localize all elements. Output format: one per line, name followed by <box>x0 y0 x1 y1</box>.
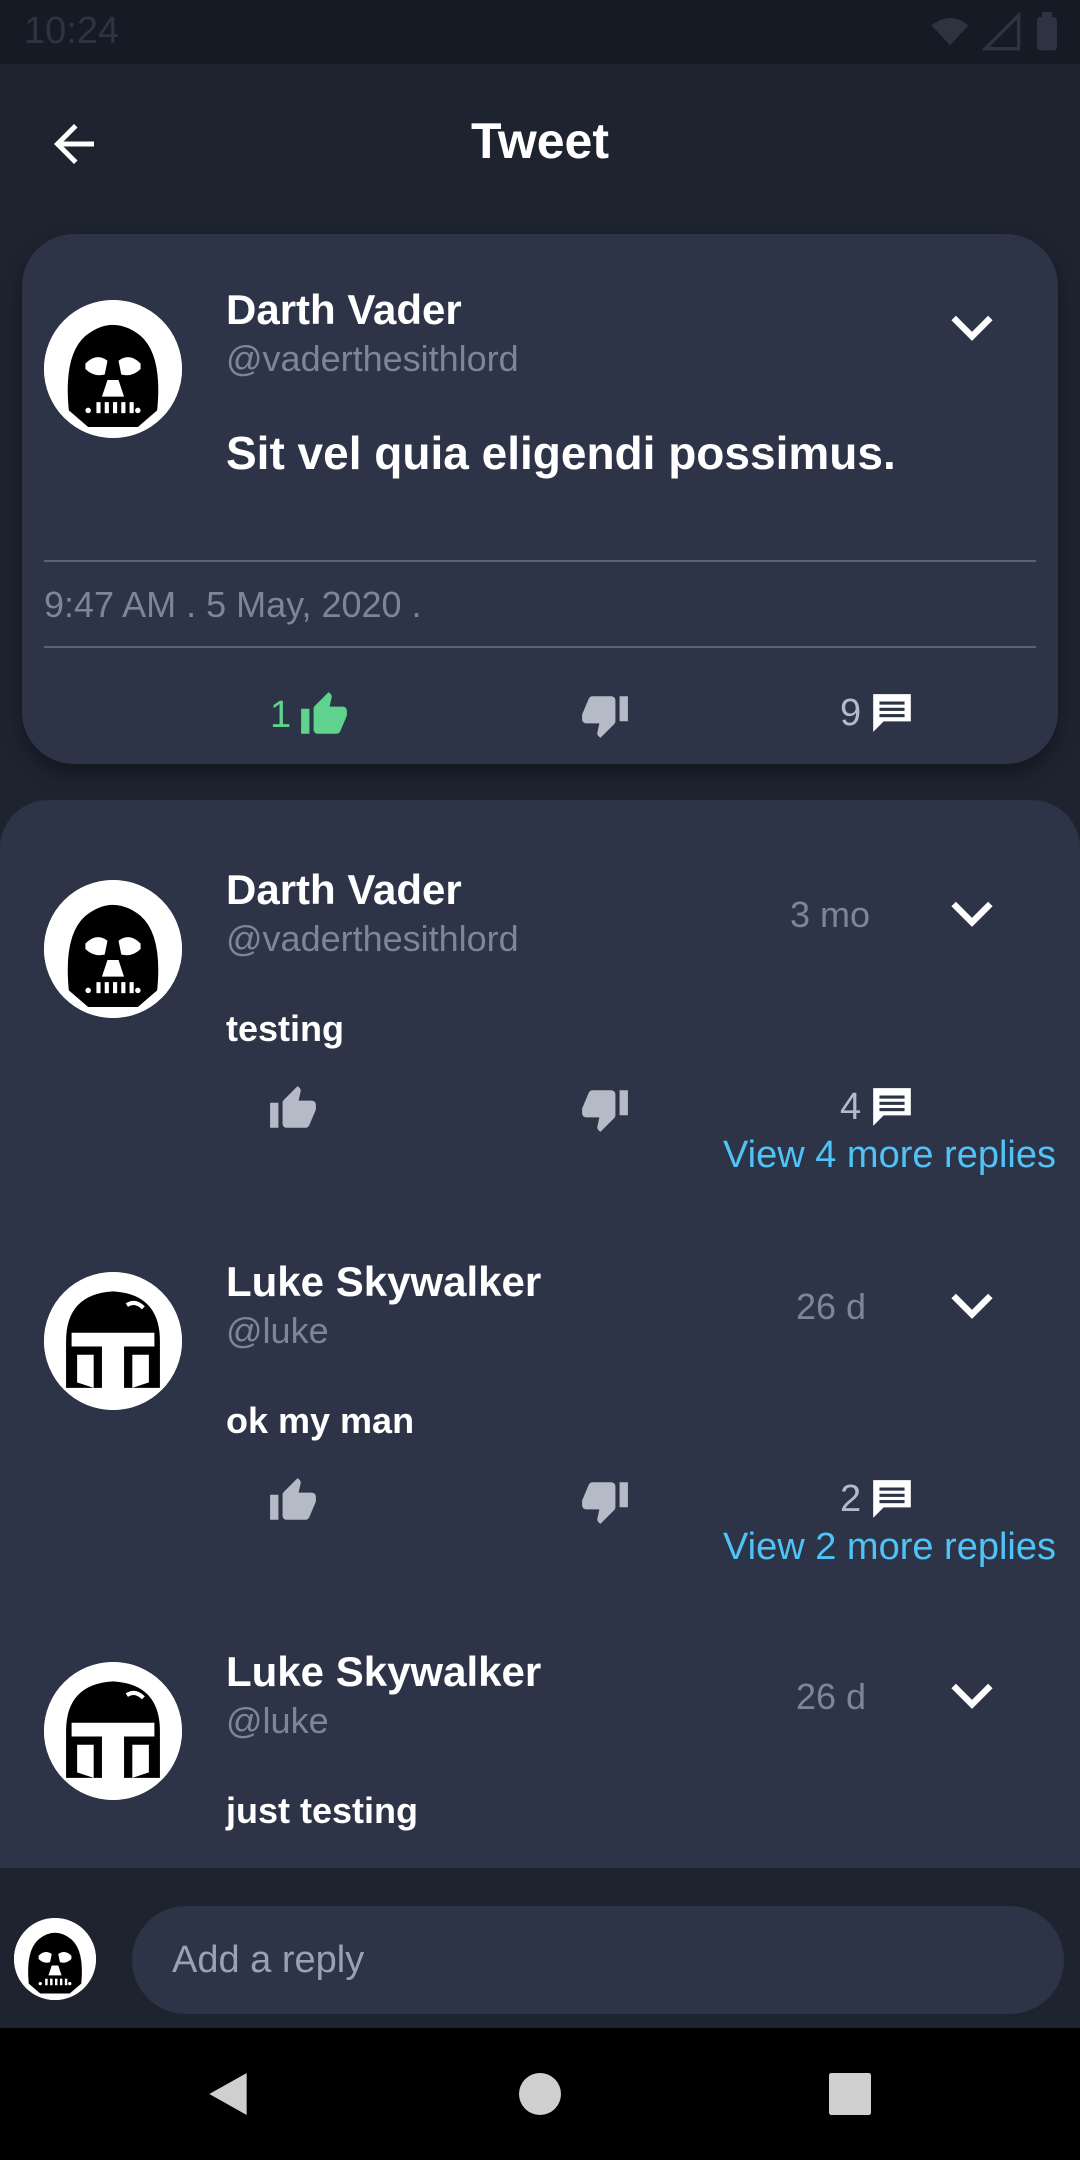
signal-icon <box>982 12 1021 51</box>
reply-text: just testing <box>226 1790 419 1831</box>
replies-list: Darth Vader @vaderthesithlord 3 mo testi… <box>0 800 1080 1868</box>
author-handle[interactable]: @luke <box>226 1700 329 1742</box>
author-name[interactable]: Luke Skywalker <box>226 1258 541 1306</box>
like-count: 1 <box>270 693 292 736</box>
thumbs-down-icon <box>582 696 628 738</box>
reply-composer <box>0 1868 1080 2028</box>
reply-time: 26 d <box>796 1676 867 1717</box>
avatar[interactable] <box>44 1272 182 1410</box>
chevron-down-icon[interactable] <box>950 1292 994 1322</box>
author-handle[interactable]: @vaderthesithlord <box>226 918 519 960</box>
comment-button[interactable]: 2 <box>840 1476 915 1522</box>
reply-time: 3 mo <box>790 894 871 935</box>
avatar <box>14 1918 96 2000</box>
thumbs-up-icon[interactable] <box>268 1084 318 1134</box>
divider <box>44 560 1036 562</box>
tweet-text: Sit vel quia eligendi possimus. <box>226 427 896 479</box>
wifi-icon <box>931 17 969 46</box>
comment-icon <box>873 694 911 732</box>
thumbs-up-icon <box>301 692 348 734</box>
chevron-down-icon[interactable] <box>950 314 994 344</box>
avatar[interactable] <box>44 1662 182 1800</box>
page-title: Tweet <box>471 113 609 169</box>
comment-button[interactable]: 9 <box>840 690 915 736</box>
comment-count: 4 <box>840 1085 862 1128</box>
reply-input[interactable] <box>132 1906 1064 2014</box>
battery-icon <box>1037 12 1057 51</box>
author-name[interactable]: Luke Skywalker <box>226 1648 541 1696</box>
divider <box>44 646 1036 648</box>
author-handle[interactable]: @vaderthesithlord <box>226 338 519 380</box>
status-bar: 10:24 <box>0 0 1080 64</box>
reply-text: testing <box>226 1008 345 1049</box>
navigation-bar <box>0 2028 1080 2160</box>
view-more-replies-link[interactable]: View 2 more replies <box>723 1526 1056 1569</box>
avatar[interactable] <box>44 300 182 438</box>
tweet-card: Darth Vader @vaderthesithlord Sit vel qu… <box>22 234 1058 764</box>
chevron-down-icon[interactable] <box>950 1682 994 1712</box>
avatar[interactable] <box>44 880 182 1018</box>
reply-time: 26 d <box>796 1286 867 1327</box>
chevron-down-icon[interactable] <box>950 900 994 930</box>
thumbs-up-icon[interactable] <box>268 1476 318 1526</box>
view-more-replies-link[interactable]: View 4 more replies <box>723 1134 1056 1177</box>
reply-text: ok my man <box>226 1400 415 1441</box>
thumbs-down-icon[interactable] <box>580 1476 630 1526</box>
author-name[interactable]: Darth Vader <box>226 286 462 334</box>
nav-back-icon[interactable] <box>200 2066 256 2122</box>
author-handle[interactable]: @luke <box>226 1310 329 1352</box>
app-bar: Tweet <box>0 64 1080 224</box>
comment-icon <box>873 1088 911 1126</box>
comment-count: 9 <box>840 691 862 734</box>
dislike-button[interactable] <box>580 690 630 740</box>
nav-home-icon[interactable] <box>512 2066 568 2122</box>
comment-icon <box>873 1480 911 1518</box>
tweet-timestamp: 9:47 AM . 5 May, 2020 . <box>44 584 422 625</box>
nav-recents-icon[interactable] <box>822 2066 878 2122</box>
like-button[interactable]: 1 <box>270 690 349 740</box>
comment-button[interactable]: 4 <box>840 1084 915 1130</box>
comment-count: 2 <box>840 1477 862 1520</box>
author-name[interactable]: Darth Vader <box>226 866 462 914</box>
thumbs-down-icon[interactable] <box>580 1084 630 1134</box>
status-time: 10:24 <box>24 10 120 52</box>
